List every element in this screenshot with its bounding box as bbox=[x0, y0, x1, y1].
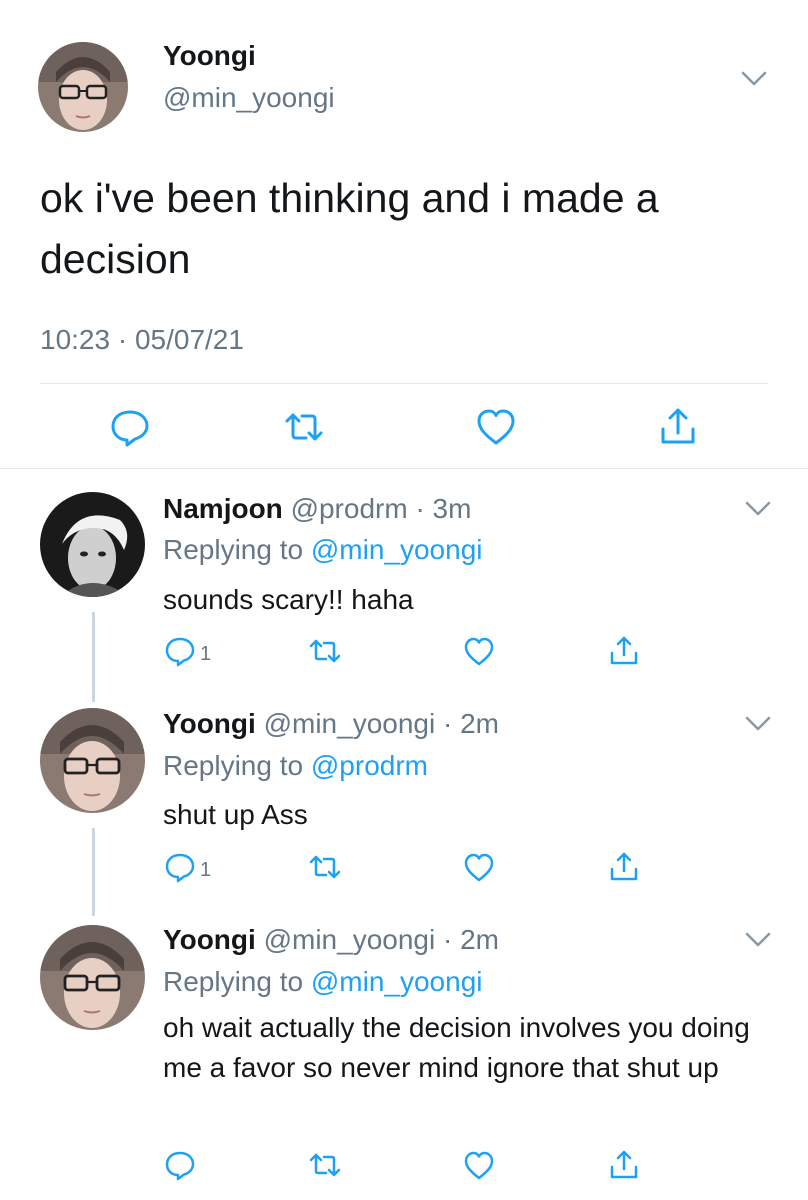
reply-meta: @prodrm · 3m bbox=[290, 493, 472, 524]
retweet-icon[interactable] bbox=[308, 850, 342, 884]
tweet-timestamp: 10:23 · 05/07/21 bbox=[40, 324, 244, 355]
tweet-text: ok i've been thinking and i made a decis… bbox=[40, 175, 659, 282]
chevron-down-icon[interactable] bbox=[744, 931, 772, 949]
replying-to: Replying to @min_yoongi bbox=[163, 534, 483, 566]
chevron-down-icon[interactable] bbox=[740, 70, 768, 88]
reply-author-name[interactable]: Yoongi bbox=[163, 924, 256, 955]
reply-header: Yoongi @min_yoongi · 2m bbox=[163, 708, 499, 740]
retweet-icon[interactable] bbox=[308, 1148, 342, 1182]
chevron-down-icon[interactable] bbox=[744, 715, 772, 733]
mention-link[interactable]: @min_yoongi bbox=[311, 966, 483, 997]
replying-to: Replying to @prodrm bbox=[163, 750, 428, 782]
reply-count: 1 bbox=[200, 643, 212, 665]
divider bbox=[40, 383, 768, 384]
share-icon[interactable] bbox=[656, 405, 700, 449]
like-heart-icon[interactable] bbox=[474, 405, 518, 449]
reply-avatar[interactable] bbox=[40, 708, 145, 813]
thread-line bbox=[92, 828, 95, 916]
reply-header: Yoongi @min_yoongi · 2m bbox=[163, 924, 499, 956]
retweet-icon[interactable] bbox=[282, 405, 326, 449]
reply-avatar[interactable] bbox=[40, 925, 145, 1030]
reply-text: sounds scary!! haha bbox=[163, 584, 414, 615]
reply-icon[interactable] bbox=[108, 405, 152, 449]
share-icon[interactable] bbox=[607, 850, 641, 884]
reply-icon[interactable] bbox=[163, 850, 197, 884]
like-heart-icon[interactable] bbox=[462, 850, 496, 884]
reply-count: 1 bbox=[200, 859, 212, 881]
replying-prefix: Replying to bbox=[163, 750, 311, 781]
replying-prefix: Replying to bbox=[163, 534, 311, 565]
reply-text: shut up Ass bbox=[163, 799, 308, 830]
mention-link[interactable]: @prodrm bbox=[311, 750, 428, 781]
retweet-icon[interactable] bbox=[308, 634, 342, 668]
author-handle[interactable]: @min_yoongi bbox=[163, 82, 335, 114]
reply-text: oh wait actually the decision involves y… bbox=[163, 1012, 750, 1083]
mention-link[interactable]: @min_yoongi bbox=[311, 534, 483, 565]
author-name[interactable]: Yoongi bbox=[163, 40, 256, 72]
reply-avatar[interactable] bbox=[40, 492, 145, 597]
thread-line bbox=[92, 612, 95, 702]
reply-icon[interactable] bbox=[163, 1148, 197, 1182]
replying-to: Replying to @min_yoongi bbox=[163, 966, 483, 998]
reply-header: Namjoon @prodrm · 3m bbox=[163, 493, 471, 525]
divider bbox=[0, 468, 808, 469]
share-icon[interactable] bbox=[607, 634, 641, 668]
reply-icon[interactable] bbox=[163, 634, 197, 668]
reply-author-name[interactable]: Namjoon bbox=[163, 493, 283, 524]
reply-author-name[interactable]: Yoongi bbox=[163, 708, 256, 739]
like-heart-icon[interactable] bbox=[462, 1148, 496, 1182]
like-heart-icon[interactable] bbox=[462, 634, 496, 668]
chevron-down-icon[interactable] bbox=[744, 500, 772, 518]
replying-prefix: Replying to bbox=[163, 966, 311, 997]
reply-meta: @min_yoongi · 2m bbox=[263, 924, 499, 955]
author-avatar[interactable] bbox=[38, 42, 128, 132]
reply-meta: @min_yoongi · 2m bbox=[263, 708, 499, 739]
share-icon[interactable] bbox=[607, 1148, 641, 1182]
